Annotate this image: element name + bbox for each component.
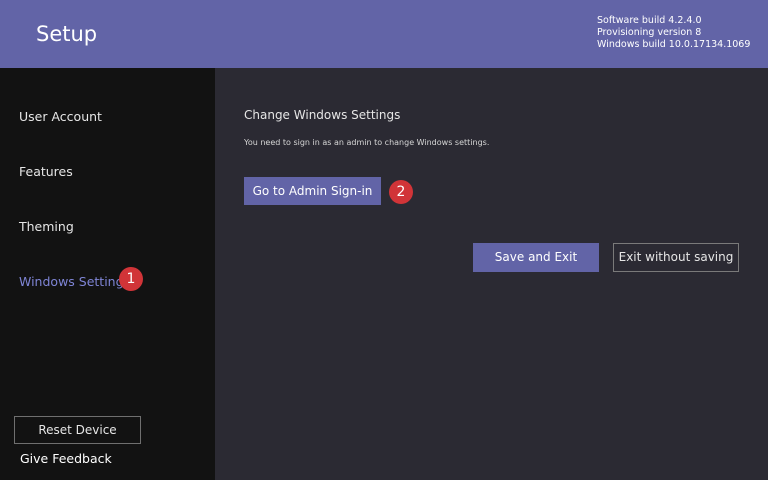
step-badge-1: 1 [119,267,143,291]
give-feedback-link[interactable]: Give Feedback [20,451,112,467]
sidebar-item-user-account[interactable]: User Account [19,109,102,125]
sidebar-item-windows-settings[interactable]: Windows Settings [19,274,130,290]
software-build-text: Software build 4.2.4.0 [597,15,702,26]
reset-device-button[interactable]: Reset Device [14,416,141,444]
section-title: Change Windows Settings [244,108,401,122]
sidebar-item-theming[interactable]: Theming [19,219,74,235]
exit-without-saving-button[interactable]: Exit without saving [613,243,739,272]
admin-signin-button[interactable]: Go to Admin Sign-in [244,177,381,205]
provisioning-version-text: Provisioning version 8 [597,27,702,38]
header-bar: Setup Software build 4.2.4.0 Provisionin… [0,0,768,68]
save-and-exit-button[interactable]: Save and Exit [473,243,599,272]
app-title: Setup [36,22,98,46]
section-description: You need to sign in as an admin to chang… [244,138,490,147]
step-badge-2: 2 [389,180,413,204]
build-info: Software build 4.2.4.0 Provisioning vers… [597,15,750,51]
windows-build-text: Windows build 10.0.17134.1069 [597,39,751,50]
sidebar-item-features[interactable]: Features [19,164,73,180]
